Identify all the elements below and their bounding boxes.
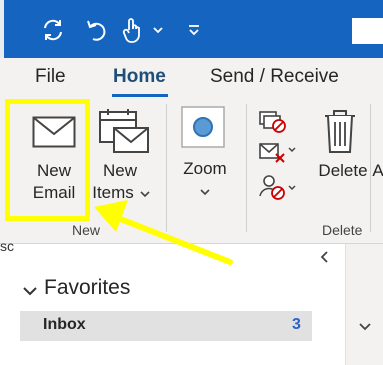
left-edge-cut-text: sc bbox=[0, 238, 14, 254]
group-separator bbox=[246, 104, 247, 232]
tab-home[interactable]: Home bbox=[113, 66, 166, 88]
touch-mode-icon[interactable] bbox=[118, 15, 146, 45]
chevron-down-icon bbox=[200, 189, 210, 196]
zoom-icon bbox=[181, 106, 225, 148]
collapse-pane-icon[interactable] bbox=[318, 250, 332, 264]
active-tab-indicator bbox=[112, 94, 168, 97]
tab-send-receive[interactable]: Send / Receive bbox=[210, 66, 339, 88]
new-items-button[interactable]: New Items bbox=[88, 108, 158, 212]
quick-access-toolbar bbox=[0, 0, 383, 58]
favorites-header[interactable]: Favorites bbox=[44, 276, 130, 300]
ribbon-tabs: File Home Send / Receive bbox=[0, 58, 383, 98]
cleanup-icon[interactable] bbox=[258, 140, 298, 168]
window-left-edge bbox=[0, 0, 4, 58]
chevron-down-icon[interactable] bbox=[358, 322, 372, 332]
outlook-window: File Home Send / Receive New Email New I… bbox=[0, 0, 383, 365]
customize-qat-icon[interactable] bbox=[184, 15, 204, 45]
group-separator bbox=[370, 104, 371, 232]
archive-cutoff-label[interactable]: A bbox=[372, 160, 383, 181]
inbox-unread-count: 3 bbox=[292, 316, 301, 333]
touch-dropdown-icon[interactable] bbox=[150, 15, 166, 45]
group-separator bbox=[166, 104, 167, 232]
new-items-icon bbox=[99, 109, 149, 153]
navigation-pane: Favorites Inbox 3 bbox=[0, 244, 383, 365]
junk-icon[interactable] bbox=[258, 172, 298, 202]
delete-button[interactable]: Delete bbox=[312, 104, 370, 194]
search-box-edge[interactable] bbox=[352, 18, 383, 44]
chevron-down-icon bbox=[140, 191, 150, 198]
annotation-highlight-box bbox=[5, 99, 90, 221]
group-label-delete: Delete bbox=[322, 222, 363, 238]
zoom-button[interactable]: Zoom bbox=[176, 106, 234, 206]
message-list-edge bbox=[345, 244, 383, 365]
delete-label: Delete bbox=[318, 161, 368, 180]
group-label-new: New bbox=[72, 222, 101, 238]
undo-icon[interactable] bbox=[80, 15, 114, 45]
inbox-label: Inbox bbox=[43, 316, 86, 333]
ignore-icon[interactable] bbox=[258, 108, 288, 134]
trash-icon bbox=[325, 110, 355, 153]
new-items-label-line2: Items bbox=[92, 183, 134, 202]
sync-icon[interactable] bbox=[36, 15, 70, 45]
chevron-down-icon[interactable] bbox=[22, 284, 38, 298]
new-items-label-line1: New bbox=[102, 161, 137, 180]
zoom-label: Zoom bbox=[183, 159, 227, 178]
tab-file[interactable]: File bbox=[35, 66, 66, 88]
